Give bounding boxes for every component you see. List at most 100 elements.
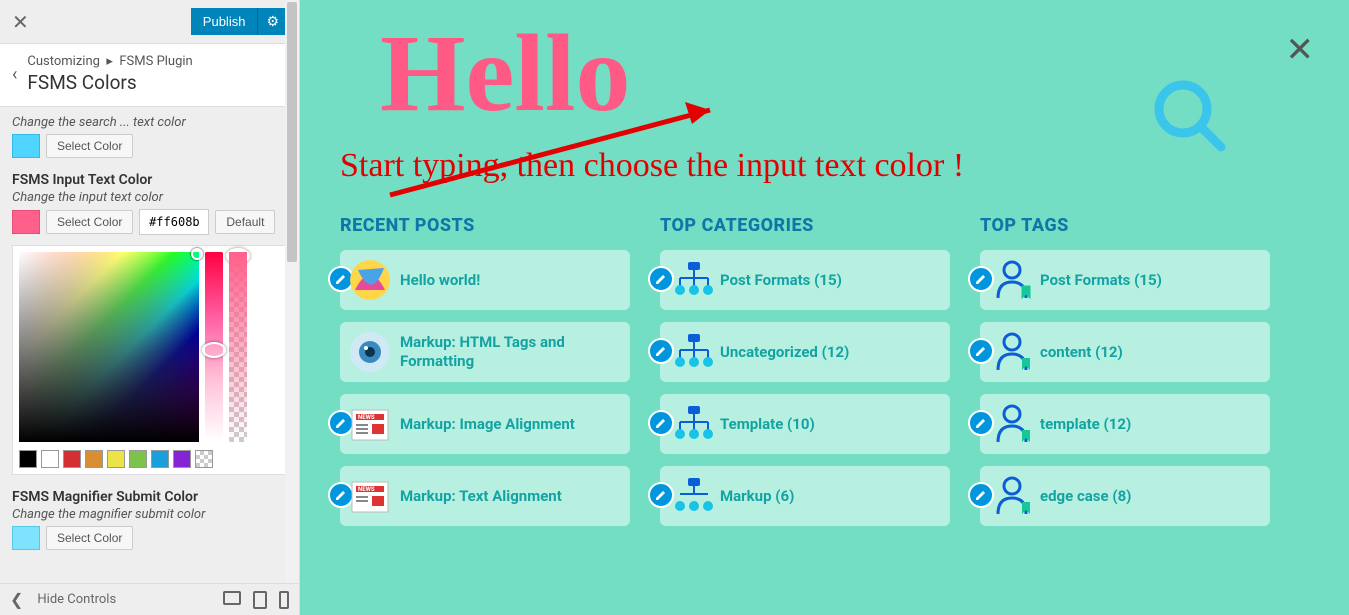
hue-handle[interactable] <box>202 342 226 358</box>
swatch-black[interactable] <box>19 450 37 468</box>
collapse-icon[interactable]: ❮ <box>10 590 23 609</box>
tablet-preview-icon[interactable] <box>253 591 267 609</box>
recent-post-link[interactable]: Markup: Image Alignment <box>400 415 575 434</box>
color-picker-alpha-strip[interactable] <box>229 252 247 442</box>
color-picker-saturation-value[interactable] <box>19 252 199 442</box>
recent-post-card[interactable]: NEWS Markup: Text Alignment <box>340 466 630 526</box>
swatch-purple[interactable] <box>173 450 191 468</box>
back-button[interactable]: ‹ <box>12 64 27 85</box>
hide-controls-button[interactable]: Hide Controls <box>37 592 116 607</box>
post-thumb <box>350 260 390 300</box>
recent-post-link[interactable]: Hello world! <box>400 271 480 290</box>
gear-icon: ⚙ <box>266 13 279 29</box>
recent-post-card[interactable]: Hello world! <box>340 250 630 310</box>
sidebar-scrollbar[interactable] <box>285 0 299 615</box>
tag-card[interactable]: content (12) <box>980 322 1270 382</box>
preview-close-icon[interactable]: ✕ <box>1286 30 1315 70</box>
edit-badge[interactable] <box>968 482 994 508</box>
category-icon <box>672 402 716 446</box>
sv-handle[interactable] <box>191 248 203 260</box>
tag-link[interactable]: content (12) <box>1040 343 1123 362</box>
swatch-yellow[interactable] <box>107 450 125 468</box>
magnifier-color-swatch <box>12 526 40 550</box>
tag-link[interactable]: Post Formats (15) <box>1040 271 1162 290</box>
top-categories-heading: TOP CATEGORIES <box>660 215 950 236</box>
column-top-categories: TOP CATEGORIES Post Formats (15) Uncateg… <box>660 215 950 538</box>
swatch-green[interactable] <box>129 450 147 468</box>
svg-text:NEWS: NEWS <box>358 486 375 493</box>
color-picker-hue-strip[interactable] <box>205 252 223 442</box>
magnifier-select-color-button[interactable]: Select Color <box>46 526 133 550</box>
edit-badge[interactable] <box>648 266 674 292</box>
tag-link[interactable]: edge case (8) <box>1040 487 1131 506</box>
swatch-white[interactable] <box>41 450 59 468</box>
close-customizer-icon[interactable]: ✕ <box>12 10 29 34</box>
top-tags-heading: TOP TAGS <box>980 215 1270 236</box>
column-top-tags: TOP TAGS Post Formats (15) content (12) … <box>980 215 1270 538</box>
magnifier-icon[interactable] <box>1149 75 1229 155</box>
search-color-desc: Change the search ... text color <box>12 115 287 130</box>
magnifier-color-label: FSMS Magnifier Submit Color <box>12 489 287 505</box>
customizer-footer: ❮ Hide Controls <box>0 583 299 615</box>
recent-post-link[interactable]: Markup: Text Alignment <box>400 487 562 506</box>
news-thumb-icon: NEWS <box>350 404 390 444</box>
swatch-red[interactable] <box>63 450 81 468</box>
tag-link[interactable]: template (12) <box>1040 415 1131 434</box>
input-color-swatch <box>12 210 40 234</box>
mobile-preview-icon[interactable] <box>279 591 289 609</box>
svg-text:NEWS: NEWS <box>358 414 375 421</box>
breadcrumb: Customizing ▸ FSMS Plugin <box>27 54 192 71</box>
customizer-sidebar: ✕ Publish ⚙ ‹ Customizing ▸ FSMS Plugin … <box>0 0 300 615</box>
tag-user-icon <box>994 402 1034 446</box>
category-link[interactable]: Uncategorized (12) <box>720 343 849 362</box>
category-card[interactable]: Markup (6) <box>660 466 950 526</box>
edit-badge[interactable] <box>968 410 994 436</box>
edit-badge[interactable] <box>648 338 674 364</box>
recent-post-card[interactable]: Markup: HTML Tags and Formatting <box>340 322 630 382</box>
color-preset-swatches <box>19 450 280 468</box>
category-card[interactable]: Template (10) <box>660 394 950 454</box>
edit-badge[interactable] <box>648 410 674 436</box>
color-picker <box>12 245 287 475</box>
recent-posts-heading: RECENT POSTS <box>340 215 630 236</box>
category-icon <box>672 330 716 374</box>
tag-card[interactable]: template (12) <box>980 394 1270 454</box>
category-link[interactable]: Markup (6) <box>720 487 794 506</box>
tag-user-icon <box>994 330 1034 374</box>
category-icon <box>672 474 716 518</box>
category-card[interactable]: Post Formats (15) <box>660 250 950 310</box>
fsms-search-input[interactable] <box>340 10 1100 137</box>
edit-badge[interactable] <box>968 338 994 364</box>
category-card[interactable]: Uncategorized (12) <box>660 322 950 382</box>
news-thumb-icon: NEWS <box>350 476 390 516</box>
tag-user-icon <box>994 258 1034 302</box>
input-select-color-button[interactable]: Select Color <box>46 210 133 234</box>
input-color-desc: Change the input text color <box>12 190 287 205</box>
swatch-transparent[interactable] <box>195 450 213 468</box>
panel-title: FSMS Colors <box>27 71 192 96</box>
edit-badge[interactable] <box>648 482 674 508</box>
tag-card[interactable]: Post Formats (15) <box>980 250 1270 310</box>
category-link[interactable]: Template (10) <box>720 415 815 434</box>
swatch-blue[interactable] <box>151 450 169 468</box>
swatch-orange[interactable] <box>85 450 103 468</box>
category-icon <box>672 258 716 302</box>
magnifier-color-desc: Change the magnifier submit color <box>12 507 287 522</box>
search-color-swatch <box>12 134 40 158</box>
edit-badge[interactable] <box>968 266 994 292</box>
input-color-label: FSMS Input Text Color <box>12 172 287 188</box>
input-default-button[interactable]: Default <box>215 210 275 234</box>
desktop-preview-icon[interactable] <box>223 591 241 605</box>
category-link[interactable]: Post Formats (15) <box>720 271 842 290</box>
input-hex-field[interactable] <box>139 209 209 235</box>
column-recent-posts: RECENT POSTS Hello world! Markup: HTML T… <box>340 215 630 538</box>
recent-post-card[interactable]: NEWS Markup: Image Alignment <box>340 394 630 454</box>
post-thumb <box>350 332 390 372</box>
alpha-handle[interactable] <box>226 248 250 264</box>
recent-post-link[interactable]: Markup: HTML Tags and Formatting <box>400 333 616 371</box>
search-select-color-button[interactable]: Select Color <box>46 134 133 158</box>
publish-button[interactable]: Publish <box>191 8 258 35</box>
site-preview-pane: ✕ Start typing, then choose the input te… <box>300 0 1349 615</box>
tag-card[interactable]: edge case (8) <box>980 466 1270 526</box>
publish-settings-button[interactable]: ⚙ <box>257 8 287 35</box>
